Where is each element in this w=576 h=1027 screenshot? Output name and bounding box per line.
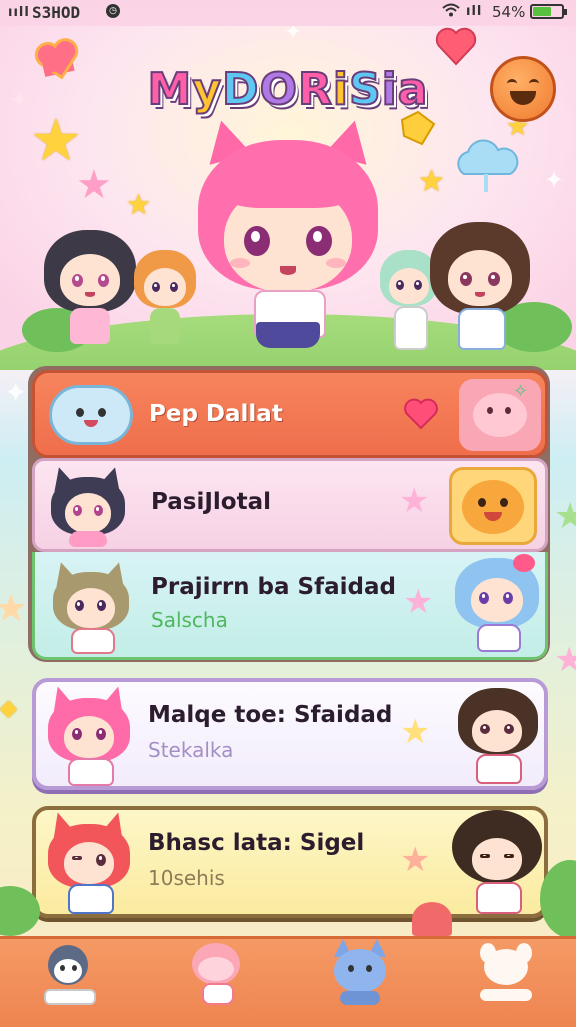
list-item[interactable]: Pep Dallat ✧ — [32, 370, 548, 458]
star-icon: ★ — [76, 162, 112, 208]
character-blue-hair-girl-avatar — [453, 554, 541, 654]
cell-signal-icon: ıll — [466, 4, 483, 19]
alarm-icon: ◷ — [106, 4, 120, 18]
list-item-subtitle: Salscha — [151, 608, 228, 632]
star-icon: ★ — [0, 586, 29, 630]
character-dark-hair-girl — [44, 230, 136, 348]
sparkle-icon: ✦ — [284, 26, 303, 45]
star-icon: ★ — [554, 496, 576, 537]
smiley-face-icon[interactable] — [490, 56, 556, 122]
list-item[interactable]: PasiJlotal ★ — [32, 458, 548, 552]
star-icon: ★ — [400, 712, 431, 752]
character-cat-ear-girl-avatar — [48, 464, 127, 547]
sparkle-icon: ✦ — [544, 166, 565, 194]
pig-avatar-icon: ✧ — [459, 379, 541, 451]
character-red-hair-girl-avatar — [46, 809, 132, 914]
white-bunny-icon — [478, 943, 534, 1007]
mushroom-icon — [412, 902, 452, 936]
cloud-icon — [450, 134, 520, 198]
character-brown-hair-girl — [430, 222, 530, 352]
star-icon: ★ — [399, 481, 430, 521]
main-character — [188, 115, 388, 354]
sparkle-icon: ✦ — [10, 88, 29, 113]
status-bar: ııll S3HOD ◷ ıll 54% — [0, 0, 576, 26]
nav-item-shark[interactable] — [28, 939, 108, 1027]
character-orange-hair-girl — [134, 250, 196, 350]
character-brown-hair-girl-avatar — [456, 684, 540, 784]
character-pink-hair-girl-avatar — [46, 683, 132, 786]
battery-percent: 54% — [492, 3, 526, 21]
character-olive-hair-girl-avatar — [50, 559, 131, 654]
battery-icon — [530, 4, 567, 19]
character-curly-hair-girl-avatar — [452, 810, 542, 914]
list-item-label: Malqe toe: Sfaidad — [148, 702, 393, 728]
star-icon: ★ — [30, 106, 82, 174]
gem-icon — [400, 110, 436, 150]
hero-banner: ★ ★ ★ ★ ★ ✦ ✦ ✦ MyDORiSia — [0, 26, 576, 370]
list-item-label: Bhasc lata: Sigel — [148, 830, 365, 856]
status-time: S3HOD — [32, 3, 81, 22]
signal-icon: ııll — [8, 5, 30, 20]
heart-icon — [34, 38, 79, 80]
nav-item-blue-cat[interactable] — [320, 939, 400, 1027]
list-item-subtitle: Stekalka — [148, 738, 234, 762]
star-icon: ★ — [554, 640, 576, 680]
nav-item-pink-creature[interactable] — [176, 939, 256, 1027]
star-icon: ★ — [400, 840, 431, 880]
bottom-navigation — [0, 936, 576, 1027]
pink-creature-icon — [188, 939, 244, 1005]
star-icon: ★ — [403, 582, 434, 622]
list-item-label: PasiJlotal — [151, 489, 271, 515]
star-icon: ◆ — [0, 696, 17, 721]
list-item[interactable]: Bhasc lata: Sigel 10sehis ★ — [32, 806, 548, 918]
heart-icon — [403, 397, 439, 435]
blue-cat-icon — [332, 939, 388, 1009]
shark-character-icon — [44, 945, 96, 1007]
list-item[interactable]: Malqe toe: Sfaidad Stekalka ★ — [32, 678, 548, 790]
bear-avatar-icon — [49, 385, 133, 445]
wifi-icon — [442, 3, 460, 21]
list-item-label: Prajirrn ba Sfaidad — [151, 574, 396, 600]
list-item-label: Pep Dallat — [149, 401, 283, 427]
star-icon: ★ — [126, 188, 152, 221]
list-item[interactable]: Prajirrn ba Sfaidad Salscha ★ — [32, 552, 548, 660]
tiger-avatar-icon — [449, 467, 537, 545]
list-item-subtitle: 10sehis — [148, 866, 225, 890]
nav-item-white-bunny[interactable] — [466, 939, 546, 1027]
star-icon: ★ — [418, 164, 445, 199]
sparkle-icon: ✦ — [4, 376, 28, 409]
